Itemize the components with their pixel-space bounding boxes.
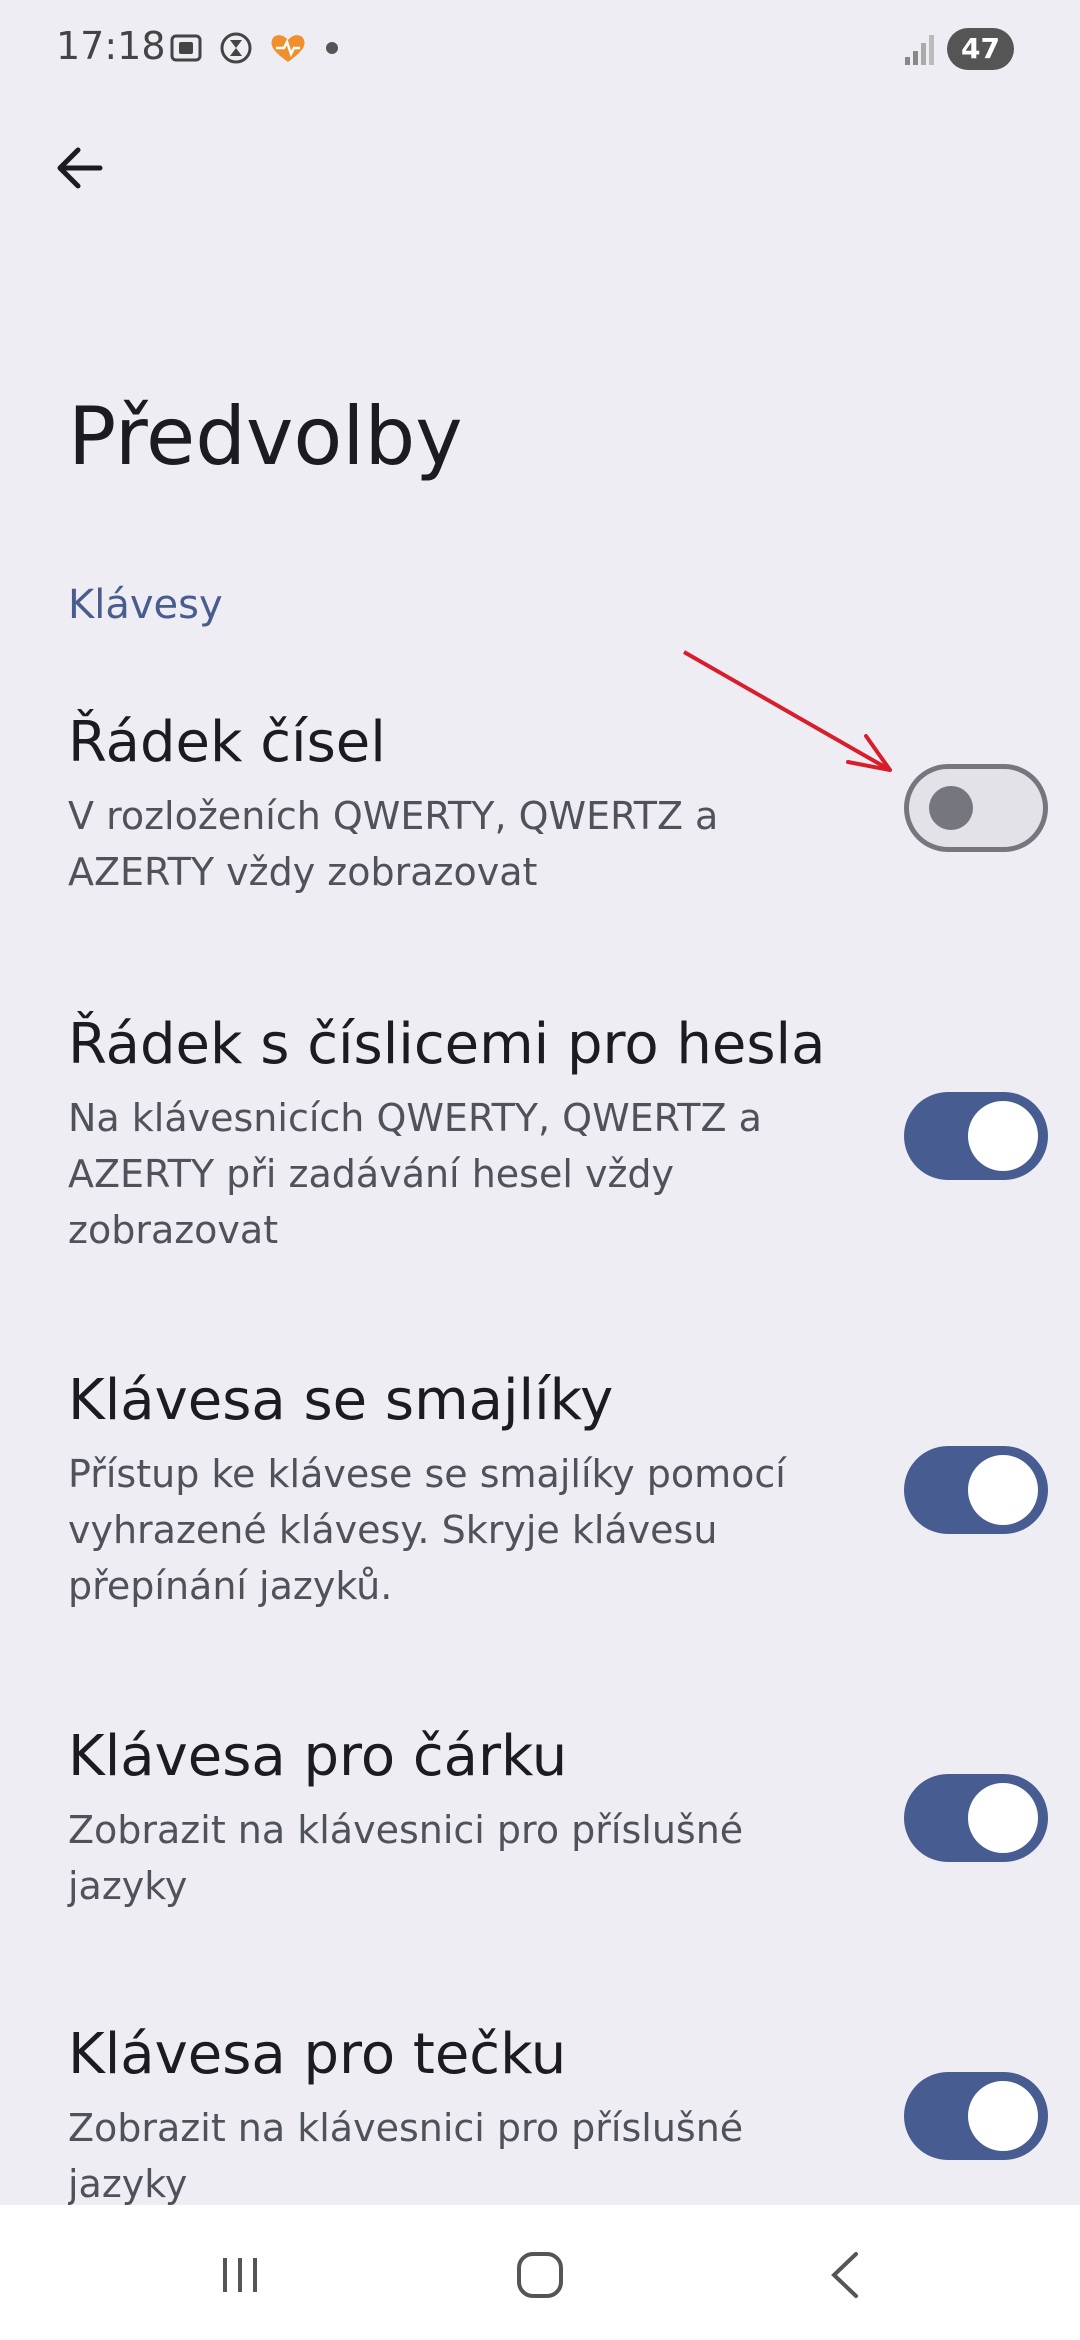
toggle-password-digits-row[interactable] bbox=[904, 1092, 1048, 1180]
setting-description: Přístup ke klávese se smajlíky pomocí vy… bbox=[68, 1452, 786, 1608]
toggle-comma-key[interactable] bbox=[904, 1774, 1048, 1862]
setting-password-digits-row[interactable]: Řádek s číslicemi pro hesla Na klávesnic… bbox=[68, 1012, 1012, 1258]
setting-title: Řádek s číslicemi pro hesla bbox=[68, 1012, 826, 1077]
toggle-knob bbox=[968, 1783, 1038, 1853]
setting-description: V rozloženích QWERTY, QWERTZ a AZERTY vž… bbox=[68, 794, 719, 894]
setting-description: Na klávesnicích QWERTY, QWERTZ a AZERTY … bbox=[68, 1096, 762, 1252]
toggle-knob bbox=[929, 786, 973, 830]
setting-title: Klávesa pro tečku bbox=[68, 2022, 567, 2087]
back-button[interactable] bbox=[50, 138, 110, 198]
toggle-emoji-key[interactable] bbox=[904, 1446, 1048, 1534]
battery-indicator: 47 bbox=[947, 28, 1014, 70]
navigation-bar bbox=[0, 2205, 1080, 2340]
toggle-knob bbox=[968, 1455, 1038, 1525]
annotation-arrow bbox=[683, 650, 892, 772]
recent-apps-button[interactable] bbox=[210, 2245, 270, 2305]
home-button[interactable] bbox=[510, 2245, 570, 2305]
chevron-left-icon bbox=[831, 2252, 858, 2298]
toggle-knob bbox=[968, 1101, 1038, 1171]
setting-period-key[interactable]: Klávesa pro tečku Zobrazit na klávesnici… bbox=[68, 2022, 1012, 2205]
dot-icon bbox=[326, 42, 338, 54]
timer-icon bbox=[220, 32, 252, 64]
system-back-button[interactable] bbox=[815, 2245, 875, 2305]
recent-apps-icon bbox=[223, 2258, 257, 2292]
toggle-knob bbox=[968, 2081, 1038, 2151]
signal-icon bbox=[905, 35, 935, 65]
app-heart-icon bbox=[271, 35, 305, 62]
status-right: 47 bbox=[901, 28, 1014, 70]
setting-comma-key[interactable]: Klávesa pro čárku Zobrazit na klávesnici… bbox=[68, 1724, 1012, 1914]
status-time: 17:18 bbox=[56, 24, 166, 68]
arrow-left-icon bbox=[57, 147, 103, 189]
screenshot-icon bbox=[170, 34, 202, 62]
page-title: Předvolby bbox=[68, 390, 463, 483]
setting-title: Klávesa pro čárku bbox=[68, 1724, 568, 1789]
status-icons bbox=[168, 30, 342, 66]
setting-description: Zobrazit na klávesnici pro příslušné jaz… bbox=[68, 1808, 744, 1908]
section-header-keys: Klávesy bbox=[68, 582, 223, 628]
setting-description: Zobrazit na klávesnici pro příslušné jaz… bbox=[68, 2106, 744, 2205]
toggle-period-key[interactable] bbox=[904, 2072, 1048, 2160]
toggle-number-row[interactable] bbox=[904, 764, 1048, 852]
setting-emoji-key[interactable]: Klávesa se smajlíky Přístup ke klávese s… bbox=[68, 1368, 1012, 1614]
home-icon bbox=[517, 2252, 563, 2298]
status-bar: 17:18 47 bbox=[0, 0, 1080, 100]
setting-title: Klávesa se smajlíky bbox=[68, 1368, 614, 1433]
